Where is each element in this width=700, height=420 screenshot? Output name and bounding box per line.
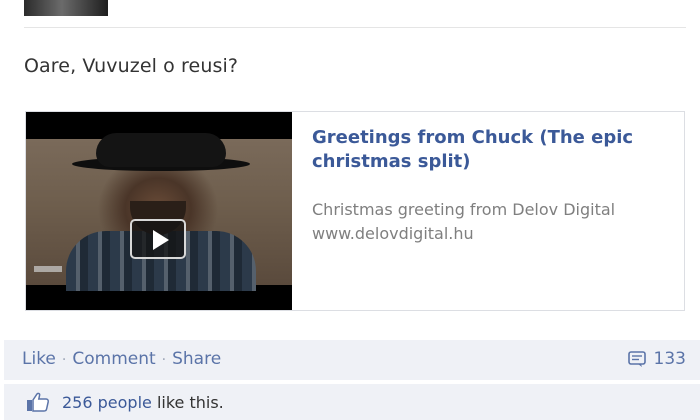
comments-count[interactable]: 133 xyxy=(627,349,686,369)
play-icon xyxy=(153,230,169,250)
video-frame-image xyxy=(26,133,292,291)
shared-video-card[interactable]: Greetings from Chuck (The epic christmas… xyxy=(25,111,685,311)
likes-summary: 256 people like this. xyxy=(4,384,700,420)
thumbs-up-icon xyxy=(27,392,50,412)
shared-link-description-block: Christmas greeting from Delov Digital ww… xyxy=(312,198,672,246)
post-message: Oare, Vuvuzel o reusi? xyxy=(24,55,239,77)
shared-link-url: www.delovdigital.hu xyxy=(312,224,474,243)
shared-link-title[interactable]: Greetings from Chuck (The epic christmas… xyxy=(312,126,672,174)
card-text: Greetings from Chuck (The epic christmas… xyxy=(312,126,672,246)
video-thumbnail[interactable] xyxy=(26,112,292,310)
shared-link-description: Christmas greeting from Delov Digital xyxy=(312,200,616,219)
separator: · xyxy=(161,352,167,368)
like-button[interactable]: Like xyxy=(22,349,56,369)
likes-text: 256 people like this. xyxy=(62,393,224,412)
action-links: Like · Comment · Share xyxy=(22,349,221,369)
likes-suffix: like this. xyxy=(151,392,224,412)
separator: · xyxy=(61,352,67,368)
post-action-bar: Like · Comment · Share 133 xyxy=(4,340,700,380)
likers-link[interactable]: 256 people xyxy=(62,393,152,412)
previous-post-thumbnail xyxy=(24,0,108,16)
divider xyxy=(24,27,686,28)
share-button[interactable]: Share xyxy=(172,349,221,369)
comment-count-value: 133 xyxy=(653,349,686,369)
play-button[interactable] xyxy=(130,219,186,259)
comment-button[interactable]: Comment xyxy=(72,349,155,369)
comment-icon xyxy=(627,351,646,367)
